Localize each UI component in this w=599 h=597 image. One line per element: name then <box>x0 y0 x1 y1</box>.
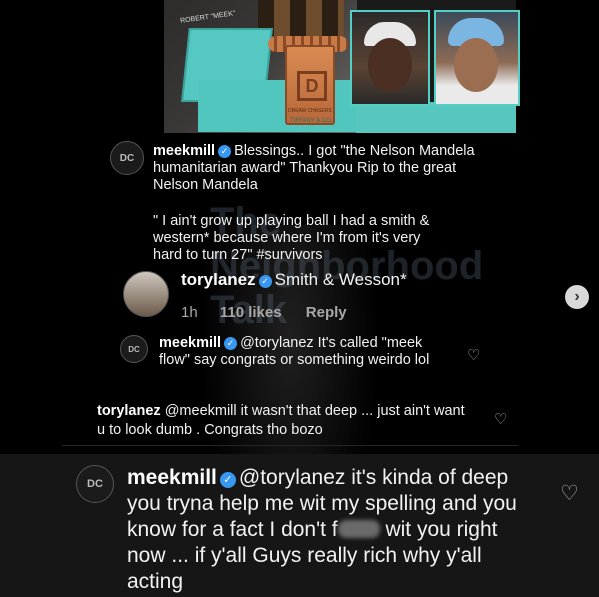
portrait-torylanez <box>434 10 520 106</box>
reply-button[interactable]: Reply <box>306 304 347 321</box>
likes-count[interactable]: 110 likes <box>220 304 282 321</box>
comment: torylanez ✓ Smith & Wesson* <box>181 270 407 290</box>
portrait-meekmill <box>350 10 430 106</box>
avatar[interactable]: DC <box>110 141 144 175</box>
comment-meta: 1h 110 likes Reply <box>181 304 347 321</box>
brand-text: TIFFANY & CO. <box>290 118 333 124</box>
comment: torylanez @meekmill it wasn't that deep … <box>97 402 472 440</box>
avatar-label: DC <box>87 478 103 490</box>
avatar[interactable] <box>123 271 169 317</box>
plaque-letter: D <box>297 71 327 101</box>
verified-badge-icon: ✓ <box>218 145 232 158</box>
censored-blur <box>337 520 380 538</box>
username[interactable]: meekmill <box>153 143 215 159</box>
plaque-subtitle: DREAM CHASERS <box>288 108 332 114</box>
caption-quote: " I ain't grow up playing ball I had a s… <box>153 213 430 263</box>
username[interactable]: meekmill <box>127 466 217 489</box>
heart-icon[interactable]: ♡ <box>560 481 579 506</box>
username[interactable]: meekmill <box>159 335 221 351</box>
face <box>368 38 412 92</box>
teal-background <box>356 102 516 133</box>
comment: meekmill ✓ @torylanez it's kinda of deep y… <box>127 465 537 595</box>
comment-time: 1h <box>181 304 198 321</box>
divider <box>62 445 518 446</box>
comment-text: Smith & Wesson* <box>274 270 407 289</box>
verified-badge-icon: ✓ <box>258 275 272 288</box>
avatar-label: DC <box>119 152 135 164</box>
avatar[interactable]: DC <box>120 335 148 363</box>
face <box>454 38 498 92</box>
comment: meekmill ✓ @torylanez It's called "meek fl… <box>159 335 449 369</box>
heart-icon[interactable]: ♡ <box>467 346 480 364</box>
heart-icon[interactable]: ♡ <box>494 410 507 428</box>
verified-badge-icon: ✓ <box>224 337 238 350</box>
chevron-right-icon[interactable]: › <box>565 285 589 309</box>
username[interactable]: torylanez <box>97 403 161 419</box>
avatar[interactable]: DC <box>76 465 114 503</box>
avatar-label: DC <box>128 344 140 354</box>
username[interactable]: torylanez <box>181 270 256 289</box>
verified-badge-icon: ✓ <box>219 472 236 488</box>
caption: meekmill ✓ Blessings.. I got "the Nelson M… <box>153 143 483 194</box>
